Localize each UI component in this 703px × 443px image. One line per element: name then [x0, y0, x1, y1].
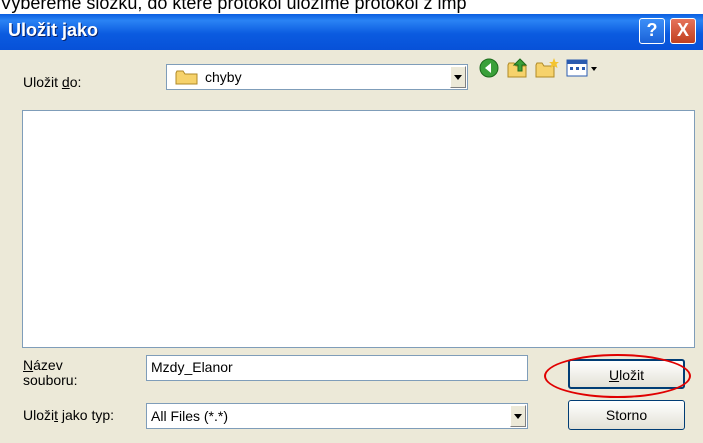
- cancel-button[interactable]: Storno: [568, 400, 685, 430]
- current-folder-name: chyby: [205, 69, 242, 85]
- help-button[interactable]: ?: [639, 18, 665, 44]
- chevron-down-icon[interactable]: [450, 66, 466, 88]
- save-in-label: Uložit do:: [23, 74, 82, 90]
- window-title: Uložit jako: [8, 20, 99, 40]
- filename-label: Název souboru:: [23, 357, 78, 388]
- file-list[interactable]: [22, 110, 695, 348]
- up-folder-icon[interactable]: [506, 57, 530, 79]
- save-in-combo[interactable]: chyby: [166, 64, 468, 90]
- back-icon[interactable]: [478, 57, 500, 79]
- view-menu-icon[interactable]: [566, 57, 600, 79]
- close-button[interactable]: X: [670, 18, 696, 44]
- folder-icon: [175, 70, 198, 85]
- file-type-select[interactable]: All Files (*.*): [146, 403, 528, 429]
- new-folder-icon[interactable]: [534, 57, 560, 79]
- filename-input[interactable]: Mzdy_Elanor: [146, 355, 528, 381]
- highlight-circle: [544, 354, 691, 398]
- caption-text: Vybereme složku, do které protokol uloží…: [0, 0, 467, 13]
- save-as-dialog: Uložit jako ? X Uložit do: chyby Název s…: [0, 14, 703, 443]
- file-type-value: All Files (*.*): [151, 408, 229, 424]
- chevron-down-icon[interactable]: [510, 405, 526, 427]
- title-bar[interactable]: Uložit jako ? X: [0, 14, 703, 50]
- type-label: Uložit jako typ:: [23, 407, 115, 423]
